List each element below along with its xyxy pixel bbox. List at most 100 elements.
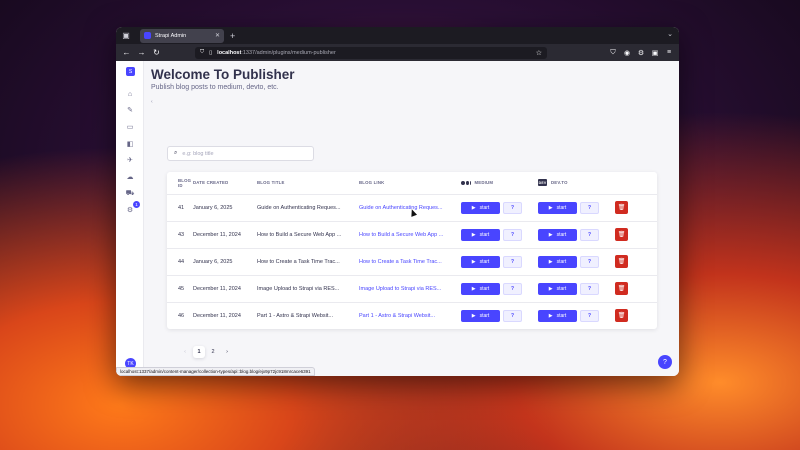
pagination-next[interactable]: ›	[221, 346, 233, 358]
page-icon: ▯	[209, 49, 213, 56]
trash-icon[interactable]: 🗑	[615, 282, 628, 295]
cell-delete: 🗑	[615, 302, 657, 329]
pocket-icon[interactable]: ⛉	[609, 49, 617, 57]
toolbar-right: ⛉ ◉ ⚙ ▣ ≡	[609, 49, 673, 57]
medium-start-button[interactable]: ▶ start	[461, 282, 500, 295]
medium-start-button[interactable]: ▶ start	[461, 309, 500, 322]
close-icon[interactable]: ✕	[215, 32, 220, 39]
forward-arrow-icon[interactable]: →	[137, 48, 146, 57]
pagination: ‹ 1 2 ›	[179, 346, 233, 358]
cell-date: January 6, 2025	[193, 194, 257, 222]
tab-strapi-admin[interactable]: Strapi Admin ✕	[140, 28, 224, 43]
layout-icon[interactable]: ◧	[125, 139, 135, 149]
medium-start-button[interactable]: ▶ start	[461, 201, 500, 214]
pagination-page-1[interactable]: 1	[193, 346, 205, 358]
publisher-icon[interactable]: ✈	[125, 155, 135, 165]
cart-icon[interactable]: ⛟	[125, 188, 135, 198]
header-blog-id: BLOG ID	[167, 172, 193, 195]
cell-date: December 11, 2024	[193, 312, 241, 319]
devto-start-button[interactable]: ▶ start	[538, 309, 577, 322]
cell-devto-actions: ▶ start?	[538, 194, 615, 222]
cell-blog-link[interactable]: How to Build a Secure Web App ...	[359, 221, 461, 249]
play-icon: ▶	[548, 204, 553, 211]
cloud-icon[interactable]: ☁	[125, 172, 135, 182]
strapi-logo[interactable]: S	[126, 67, 135, 76]
pagination-prev[interactable]: ‹	[179, 346, 191, 358]
header-devto: DEV DEV.TO	[538, 172, 615, 195]
cell-blog-id: 46	[178, 312, 185, 319]
devto-start-button[interactable]: ▶ start	[538, 255, 577, 268]
url-bar[interactable]: ⛉ ▯ localhost:1337/admin/plugins/medium-…	[195, 46, 547, 59]
back-arrow-icon[interactable]: ←	[122, 48, 131, 57]
cell-delete: 🗑	[615, 248, 657, 276]
help-fab-icon[interactable]: ?	[658, 355, 672, 369]
devto-help-button[interactable]: ?	[580, 228, 599, 241]
devto-start-button[interactable]: ▶ start	[538, 228, 577, 241]
page-title: Welcome To Publisher	[151, 67, 295, 82]
cell-title: Part 1 - Astro & Strapi Websit...	[257, 312, 334, 319]
cell-title: Guide on Authenticating Reques...	[257, 194, 359, 222]
cell-blog-id: 44	[167, 248, 193, 276]
shield-icon: ⛉	[200, 49, 205, 55]
reload-icon[interactable]: ↻	[152, 48, 161, 57]
account-icon[interactable]: ◉	[623, 49, 631, 57]
medium-help-button[interactable]: ?	[503, 282, 522, 295]
menu-icon[interactable]: ≡	[665, 49, 673, 57]
bookmark-star-icon[interactable]: ☆	[536, 49, 542, 57]
feather-icon[interactable]: ✎	[125, 105, 135, 115]
play-icon: ▶	[548, 231, 553, 238]
header-blog-title: BLOG TITLE	[257, 172, 359, 195]
medium-start-button[interactable]: ▶ start	[461, 228, 500, 241]
medium-help-button[interactable]: ?	[503, 228, 522, 241]
extension-icon[interactable]: ▣	[651, 49, 659, 57]
chevron-down-icon[interactable]: ⌄	[667, 30, 673, 38]
devto-help-button[interactable]: ?	[580, 201, 599, 214]
devto-help-button[interactable]: ?	[580, 255, 599, 268]
table-row: 41 January 6, 2025 Guide on Authenticati…	[167, 194, 657, 222]
trash-icon[interactable]: 🗑	[615, 255, 628, 268]
play-icon: ▶	[471, 312, 476, 319]
header-medium: MEDIUM	[461, 172, 538, 195]
header-actions	[615, 172, 657, 195]
back-link[interactable]: ‹	[151, 99, 153, 105]
new-tab-icon[interactable]: +	[230, 31, 235, 41]
cell-blog-link[interactable]: Image Upload to Strapi via RES...	[359, 275, 461, 303]
cell-blog-link[interactable]: Guide on Authenticating Reques...	[359, 194, 461, 222]
cell-devto-actions: ▶ start?	[538, 221, 615, 249]
media-library-icon[interactable]: ▭	[125, 122, 135, 132]
medium-start-button[interactable]: ▶ start	[461, 255, 500, 268]
trash-icon[interactable]: 🗑	[615, 228, 628, 241]
strapi-favicon-icon	[144, 32, 151, 39]
medium-help-button[interactable]: ?	[503, 201, 522, 214]
search-box[interactable]: ⌕	[167, 146, 314, 161]
cell-title: How to Create a Task Time Trac...	[257, 248, 359, 276]
blog-table-card: BLOG ID DATE CREATED BLOG TITLE BLOG LIN…	[167, 172, 657, 329]
play-icon: ▶	[471, 231, 476, 238]
medium-help-button[interactable]: ?	[503, 255, 522, 268]
trash-icon[interactable]: 🗑	[615, 201, 628, 214]
medium-help-button[interactable]: ?	[503, 309, 522, 322]
status-bar: localhost:1337/admin/content-manager/col…	[116, 367, 315, 376]
extensions-icon[interactable]: ⚙	[637, 49, 645, 57]
cell-medium-actions: ▶ start?	[461, 194, 538, 222]
play-icon: ▶	[471, 285, 476, 292]
cell-blog-link[interactable]: Part 1 - Astro & Strapi Websit...	[359, 302, 461, 329]
header-devto-label: DEV.TO	[551, 180, 568, 186]
browser-window: ▣ Strapi Admin ✕ + ⌄ ← → ↻ ⛉ ▯ localhost…	[116, 27, 679, 376]
cell-blog-link[interactable]: How to Create a Task Time Trac...	[359, 248, 461, 276]
devto-help-button[interactable]: ?	[580, 282, 599, 295]
pagination-page-2[interactable]: 2	[207, 346, 219, 358]
table-row: 43 December 11, 2024 How to Build a Secu…	[167, 221, 657, 249]
devto-help-button[interactable]: ?	[580, 309, 599, 322]
devto-start-button[interactable]: ▶ start	[538, 282, 577, 295]
cell-title: Image Upload to Strapi via RES...	[257, 275, 359, 303]
page-subtitle: Publish blog posts to medium, devto, etc…	[151, 84, 279, 91]
search-input[interactable]	[182, 150, 303, 157]
home-icon[interactable]: ⌂	[125, 89, 135, 99]
start-label: start	[479, 204, 490, 211]
trash-icon[interactable]: 🗑	[615, 309, 628, 323]
play-icon: ▶	[471, 258, 476, 265]
devto-start-button[interactable]: ▶ start	[538, 201, 577, 214]
sidebar-toggle-icon[interactable]: ▣	[116, 27, 136, 44]
cell-title: How to Build a Secure Web App ...	[257, 221, 359, 249]
